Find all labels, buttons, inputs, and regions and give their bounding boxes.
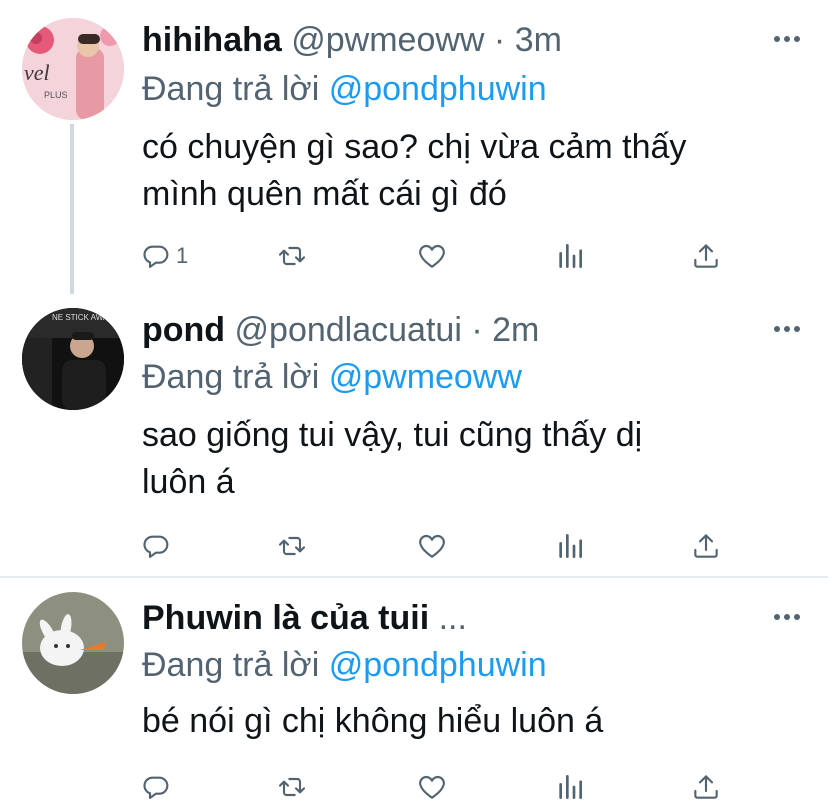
replying-to: Đang trả lời @pondphuwin	[142, 67, 547, 111]
retweet-icon	[278, 536, 306, 556]
reply-button[interactable]	[140, 767, 176, 807]
heart-icon	[419, 244, 445, 268]
display-name[interactable]: pond	[142, 311, 225, 349]
tweet-header: pond @pondlacuatui · 2m	[142, 308, 539, 352]
retweet-button[interactable]	[276, 767, 308, 807]
share-button[interactable]	[690, 236, 722, 276]
tweet-text-line: mình quên mất cái gì đó	[142, 175, 507, 213]
tweet-2[interactable]: NE STICK AWARD pond @pondlacuatui · 2m Đ…	[0, 290, 828, 576]
share-button[interactable]	[690, 526, 722, 566]
avatar-logo-subtext: PLUS	[44, 90, 68, 100]
tweet-text-line: sao giống tui vậy, tui cũng thấy dị	[142, 416, 643, 454]
avatar-logo-text: vel	[24, 60, 50, 85]
handle-time: ...	[438, 599, 467, 637]
reply-button[interactable]: 1	[140, 236, 188, 276]
reply-count: 1	[176, 243, 189, 268]
share-button[interactable]	[690, 767, 722, 807]
replying-to: Đang trả lời @pwmeoww	[142, 355, 522, 399]
tweet-text: bé nói gì chị không hiểu luôn á	[142, 698, 802, 745]
retweet-button[interactable]	[276, 236, 308, 276]
heart-icon	[419, 534, 445, 558]
reply-icon	[143, 776, 169, 799]
retweet-button[interactable]	[276, 526, 308, 566]
tweet-header: Phuwin là của tuii ...	[142, 596, 467, 640]
retweet-icon	[278, 246, 306, 266]
replying-prefix: Đang trả lời	[142, 646, 320, 684]
avatar[interactable]: NE STICK AWARD	[22, 308, 124, 410]
share-icon	[694, 534, 718, 558]
replying-handle-link[interactable]: @pondphuwin	[329, 646, 547, 684]
reply-icon	[143, 535, 169, 558]
tweet-1[interactable]: vel PLUS hihihaha @pwmeoww · 3m Đang trả…	[0, 0, 828, 290]
replying-prefix: Đang trả lời	[142, 358, 320, 396]
retweet-icon	[278, 777, 306, 797]
more-icon[interactable]	[774, 36, 800, 46]
analytics-button[interactable]	[554, 767, 586, 807]
tweet-header: hihihaha @pwmeoww · 3m	[142, 18, 562, 62]
analytics-icon	[559, 775, 582, 799]
tweet-text-line: bé nói gì chị không hiểu luôn á	[142, 702, 604, 740]
analytics-icon	[559, 534, 582, 558]
tweet-text: có chuyện gì sao? chị vừa cảm thấy mình …	[142, 124, 802, 218]
heart-icon	[419, 775, 445, 799]
analytics-button[interactable]	[554, 526, 586, 566]
like-button[interactable]	[416, 526, 448, 566]
replying-handle-link[interactable]: @pwmeoww	[329, 358, 522, 396]
share-icon	[694, 244, 718, 268]
tweet-actions: 1	[0, 236, 828, 276]
avatar-image: vel PLUS	[22, 18, 124, 120]
reply-icon	[143, 245, 169, 268]
avatar-image: NE STICK AWARD	[22, 308, 124, 410]
more-icon[interactable]	[774, 326, 800, 336]
handle-time: @pondlacuatui · 2m	[234, 311, 540, 349]
like-button[interactable]	[416, 236, 448, 276]
avatar[interactable]: vel PLUS	[22, 18, 124, 120]
tweet-text: sao giống tui vậy, tui cũng thấy dị luôn…	[142, 412, 802, 506]
analytics-icon	[559, 244, 582, 268]
analytics-button[interactable]	[554, 236, 586, 276]
replying-to: Đang trả lời @pondphuwin	[142, 643, 547, 687]
display-name[interactable]: hihihaha	[142, 21, 282, 59]
like-button[interactable]	[416, 767, 448, 807]
avatar-image	[22, 592, 124, 694]
tweet-actions	[0, 526, 828, 566]
avatar-backdrop-text: NE STICK AWARD	[52, 313, 120, 322]
tweet-actions	[0, 767, 828, 807]
replying-prefix: Đang trả lời	[142, 70, 320, 108]
replying-handle-link[interactable]: @pondphuwin	[329, 70, 547, 108]
tweet-text-line: luôn á	[142, 463, 235, 501]
handle-time: @pwmeoww · 3m	[291, 21, 562, 59]
more-icon[interactable]	[774, 614, 800, 624]
tweet-text-line: có chuyện gì sao? chị vừa cảm thấy	[142, 128, 687, 166]
avatar[interactable]	[22, 592, 124, 694]
share-icon	[694, 775, 718, 799]
reply-button[interactable]	[140, 526, 176, 566]
tweet-3[interactable]: Phuwin là của tuii ... Đang trả lời @pon…	[0, 578, 828, 809]
display-name[interactable]: Phuwin là của tuii	[142, 599, 429, 637]
